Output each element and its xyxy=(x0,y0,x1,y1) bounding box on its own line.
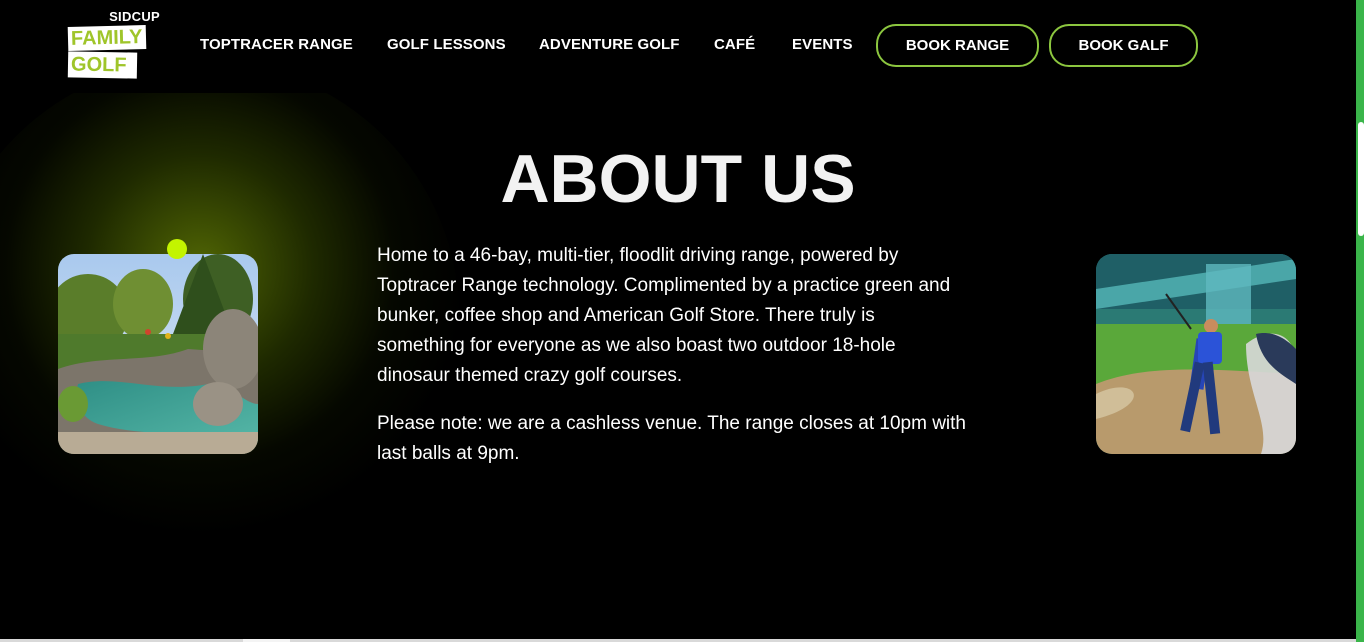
nav-link-cafe[interactable]: CAFÉ xyxy=(714,36,755,53)
scrollbar-thumb[interactable] xyxy=(1358,122,1364,236)
logo-location: SIDCUP xyxy=(109,9,160,24)
nav-link-events[interactable]: EVENTS xyxy=(792,36,853,53)
page-scrollbar[interactable] xyxy=(1356,0,1364,642)
decorative-dot xyxy=(167,239,187,259)
about-paragraph-1: Home to a 46-bay, multi-tier, floodlit d… xyxy=(377,245,951,386)
golfer-bunker-image xyxy=(1096,254,1296,454)
logo-line-family: FAMILY xyxy=(67,24,146,52)
adventure-golf-image xyxy=(58,254,258,454)
adventure-golf-photo xyxy=(58,254,258,454)
book-range-button[interactable]: BOOK RANGE xyxy=(876,24,1039,67)
book-golf-button[interactable]: BOOK GALF xyxy=(1049,24,1198,67)
nav-link-adventure-golf[interactable]: ADVENTURE GOLF xyxy=(539,36,680,53)
site-logo[interactable]: SIDCUP FAMILY GOLF xyxy=(66,8,166,84)
nav-link-golf-lessons[interactable]: GOLF LESSONS xyxy=(387,36,506,53)
page: SIDCUP FAMILY GOLF TOPTRACER RANGE GOLF … xyxy=(0,0,1364,642)
logo-line-golf: GOLF xyxy=(67,51,137,79)
about-paragraph-2: Please note: we are a cashless venue. Th… xyxy=(377,413,966,464)
golfer-bunker-photo xyxy=(1096,254,1296,454)
site-header: SIDCUP FAMILY GOLF TOPTRACER RANGE GOLF … xyxy=(0,0,1356,93)
about-content: Home to a 46-bay, multi-tier, floodlit d… xyxy=(377,241,967,487)
nav-link-toptracer-range[interactable]: TOPTRACER RANGE xyxy=(200,36,353,53)
page-title: ABOUT US xyxy=(500,141,856,217)
